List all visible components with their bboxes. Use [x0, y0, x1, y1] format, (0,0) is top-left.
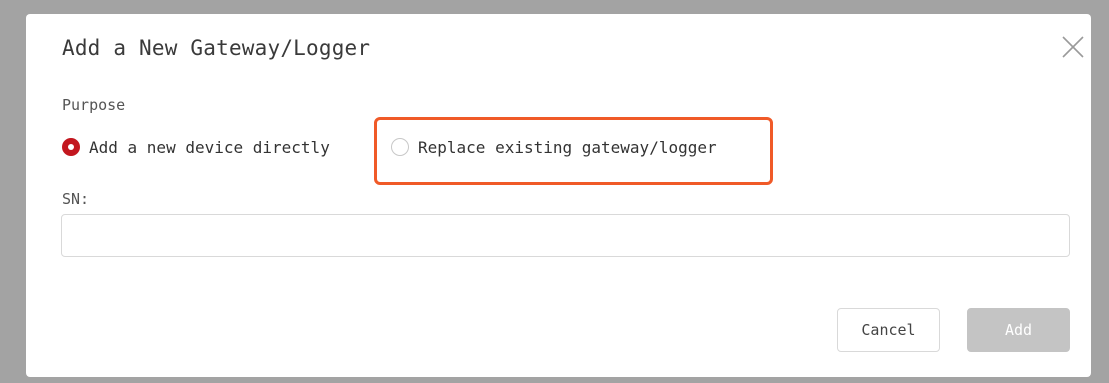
sn-input[interactable] — [61, 214, 1070, 257]
add-button[interactable]: Add — [967, 308, 1070, 352]
radio-unchecked-icon[interactable] — [391, 138, 409, 156]
radio-replace-existing[interactable]: Replace existing gateway/logger — [391, 135, 717, 159]
add-gateway-dialog: Add a New Gateway/Logger Purpose Add a n… — [26, 14, 1091, 377]
purpose-label: Purpose — [62, 96, 126, 114]
sn-label: SN: — [62, 190, 90, 208]
dialog-title: Add a New Gateway/Logger — [62, 36, 371, 60]
close-icon[interactable] — [1060, 34, 1086, 60]
radio-label-add-new-device: Add a new device directly — [89, 137, 330, 157]
radio-label-replace-existing: Replace existing gateway/logger — [418, 137, 717, 157]
radio-checked-icon[interactable] — [62, 138, 80, 156]
cancel-button[interactable]: Cancel — [837, 308, 940, 352]
radio-add-new-device[interactable]: Add a new device directly — [62, 135, 330, 159]
